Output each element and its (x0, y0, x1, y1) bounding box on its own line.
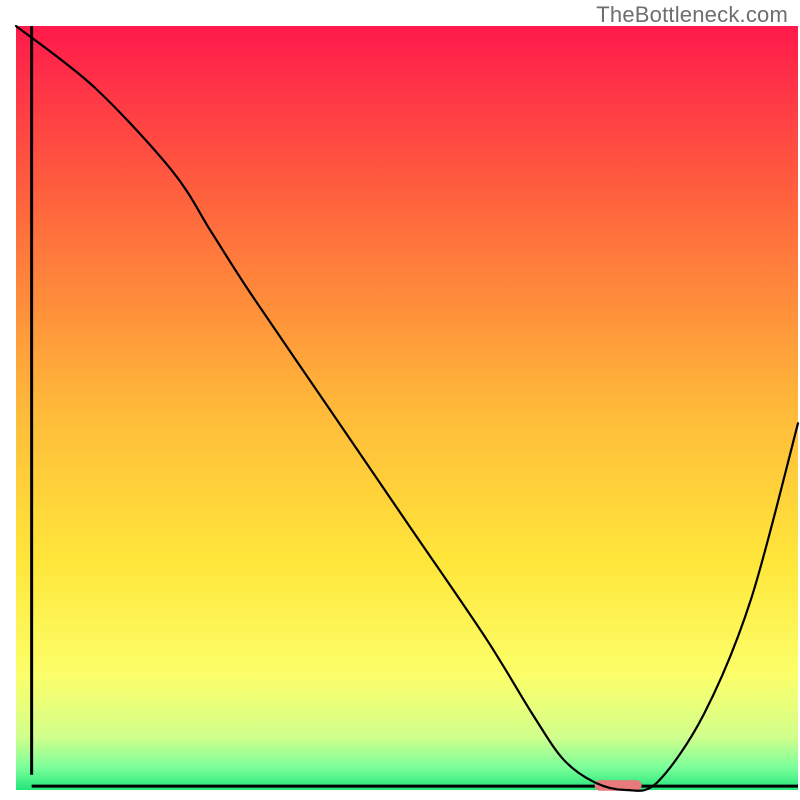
bottleneck-chart (0, 0, 800, 800)
plot-background (16, 26, 798, 790)
chart-container: TheBottleneck.com (0, 0, 800, 800)
watermark-text: TheBottleneck.com (596, 2, 788, 28)
